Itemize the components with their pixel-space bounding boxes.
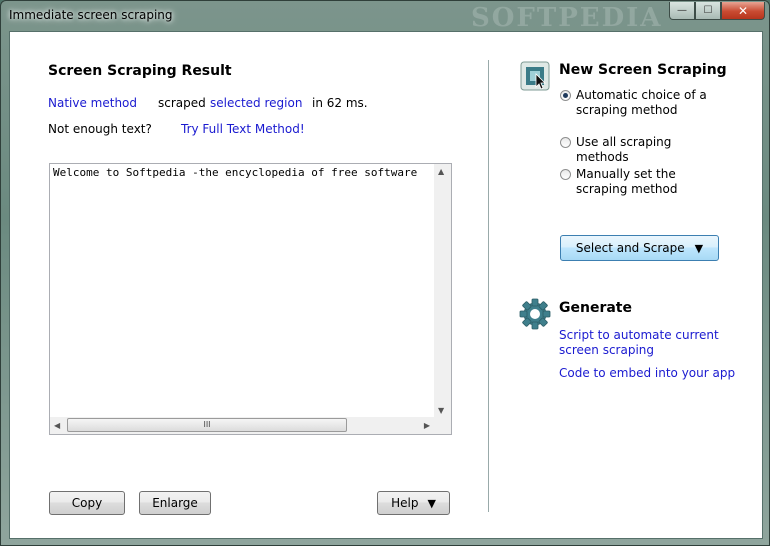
radio-use-all[interactable]: Use all scraping methods	[560, 135, 716, 165]
scroll-corner	[434, 417, 451, 434]
window-frame: Immediate screen scraping SOFTPEDIA — ☐ …	[0, 0, 770, 546]
result-text: Welcome to Softpedia -the encyclopedia o…	[53, 166, 418, 179]
window-title: Immediate screen scraping	[9, 8, 173, 22]
select-and-scrape-button[interactable]: Select and Scrape ▼	[560, 235, 719, 261]
panel-divider	[488, 60, 489, 512]
close-icon: ✕	[737, 3, 749, 18]
scroll-left-icon[interactable]: ◀	[54, 421, 60, 430]
horizontal-scroll-thumb[interactable]: III	[67, 418, 347, 432]
not-enough-text-label: Not enough text?	[48, 122, 152, 136]
selected-region-link[interactable]: selected region	[210, 96, 302, 110]
close-button[interactable]: ✕	[721, 2, 765, 20]
screen-capture-icon	[520, 61, 550, 91]
full-text-method-link[interactable]: Try Full Text Method!	[181, 122, 305, 136]
chevron-down-icon: ▼	[694, 241, 704, 255]
radio-use-all-indicator[interactable]	[560, 137, 571, 148]
copy-button[interactable]: Copy	[49, 491, 125, 515]
horizontal-scrollbar[interactable]: ◀ III ▶	[50, 417, 434, 434]
radio-automatic-indicator[interactable]	[560, 90, 571, 101]
title-bar[interactable]: Immediate screen scraping SOFTPEDIA — ☐ …	[1, 1, 770, 33]
caption-buttons: — ☐ ✕	[669, 2, 765, 22]
watermark: SOFTPEDIA	[471, 3, 663, 33]
new-scraping-heading: New Screen Scraping	[559, 62, 727, 78]
radio-automatic[interactable]: Automatic choice of a scraping method	[560, 88, 716, 118]
enlarge-button[interactable]: Enlarge	[139, 491, 211, 515]
generate-code-link[interactable]: Code to embed into your app	[559, 366, 735, 380]
minimize-button[interactable]: —	[669, 2, 695, 20]
scroll-up-icon[interactable]: ▲	[438, 167, 444, 176]
generate-heading: Generate	[559, 300, 632, 316]
scraped-label: scraped	[158, 96, 206, 110]
maximize-button[interactable]: ☐	[695, 2, 721, 20]
native-method-link[interactable]: Native method	[48, 96, 137, 110]
maximize-icon: ☐	[703, 5, 713, 16]
radio-automatic-label: Automatic choice of a scraping method	[576, 88, 707, 117]
radio-manual-indicator[interactable]	[560, 169, 571, 180]
generate-script-link[interactable]: Script to automate current screen scrapi…	[559, 328, 729, 358]
client-area: Screen Scraping Result Native method scr…	[9, 31, 763, 539]
result-textarea[interactable]: Welcome to Softpedia -the encyclopedia o…	[49, 163, 452, 435]
scroll-down-icon[interactable]: ▼	[438, 406, 444, 415]
gear-icon	[518, 297, 552, 331]
radio-use-all-label: Use all scraping methods	[576, 135, 672, 164]
radio-manual-label: Manually set the scraping method	[576, 167, 678, 196]
timing-label: in 62 ms.	[312, 96, 368, 110]
minimize-icon: —	[677, 5, 687, 16]
select-and-scrape-label: Select and Scrape	[575, 241, 685, 255]
scroll-right-icon[interactable]: ▶	[424, 421, 430, 430]
help-label: Help	[391, 496, 419, 510]
radio-manual[interactable]: Manually set the scraping method	[560, 167, 716, 197]
result-heading: Screen Scraping Result	[48, 63, 232, 79]
chevron-down-icon: ▼	[427, 496, 436, 510]
help-button[interactable]: Help ▼	[377, 491, 450, 515]
vertical-scrollbar[interactable]: ▲ ▼	[434, 164, 451, 417]
